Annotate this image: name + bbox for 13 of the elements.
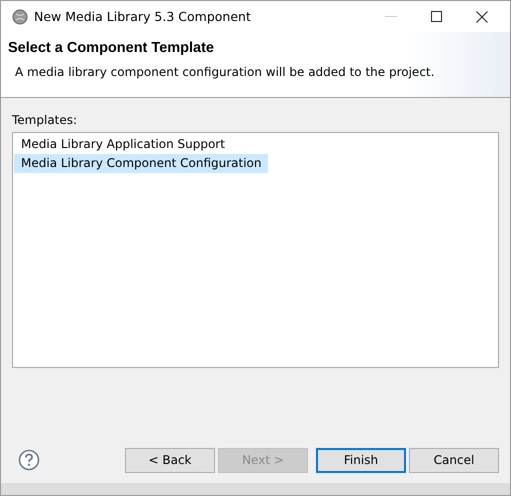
- dialog-button[interactable]: Finish: [316, 448, 406, 472]
- template-item[interactable]: Media Library Component Configuration: [14, 154, 268, 173]
- dialog-button[interactable]: Cancel: [409, 448, 499, 472]
- templates-label: Templates:: [12, 113, 78, 127]
- maximize-icon[interactable]: [431, 11, 442, 22]
- page-description: A media library component configuration will be added to the project.: [15, 65, 436, 79]
- page-title: Select a Component Template: [8, 40, 215, 56]
- help-icon[interactable]: [18, 449, 40, 471]
- template-item[interactable]: Media Library Application Support: [14, 135, 231, 154]
- dialog-button[interactable]: < Back: [125, 448, 215, 472]
- window-title: New Media Library 5.3 Component: [34, 9, 251, 24]
- globe-icon: [12, 8, 28, 24]
- close-icon[interactable]: [476, 10, 488, 22]
